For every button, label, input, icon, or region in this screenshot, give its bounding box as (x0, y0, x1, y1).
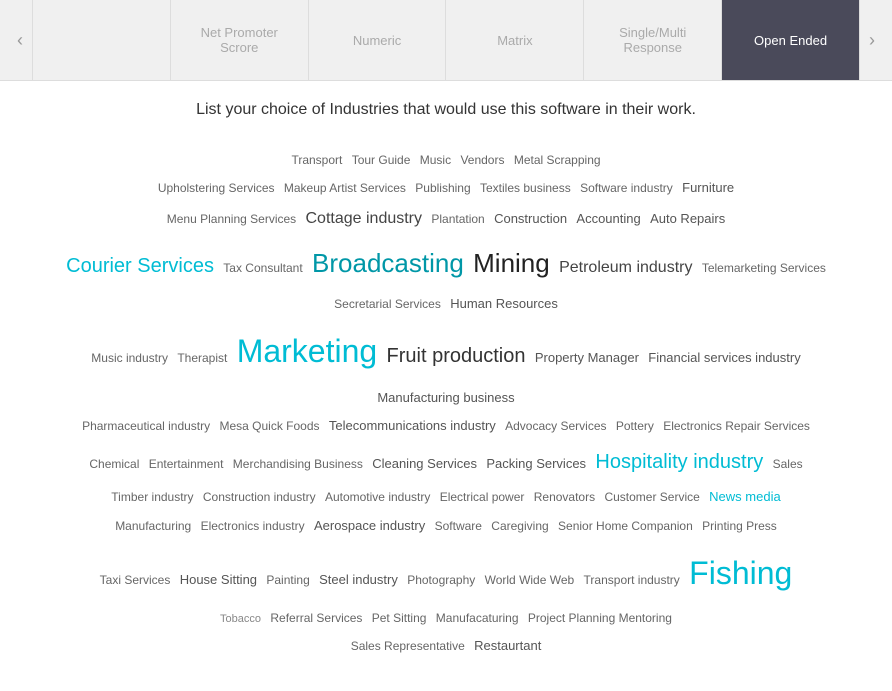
tab-single-multi[interactable]: Single/Multi Response (584, 0, 722, 80)
word-secretarial: Secretarial Services (334, 293, 441, 316)
word-plantation: Plantation (431, 208, 484, 231)
word-courier: Courier Services (66, 247, 214, 285)
word-pet-sitting: Pet Sitting (372, 607, 427, 630)
tabs-bar: ‹ Net Promoter Scrore Numeric Matrix Sin… (0, 0, 892, 81)
word-electrical: Electrical power (440, 486, 525, 509)
word-manufacturing-business: Manufacturing business (377, 386, 514, 411)
word-manufacturing: Manufacturing (115, 515, 191, 538)
word-upholstering: Upholstering Services (158, 177, 275, 200)
word-printing: Printing Press (702, 515, 777, 538)
word-timber: Timber industry (111, 486, 193, 509)
word-fruit: Fruit production (387, 337, 526, 375)
word-furniture: Furniture (682, 176, 734, 201)
tabs-list: Net Promoter Scrore Numeric Matrix Singl… (32, 0, 860, 80)
word-house-sitting: House Sitting (180, 568, 257, 593)
word-manufacaturing: Manufacaturing (436, 607, 519, 630)
word-auto-repairs: Auto Repairs (650, 207, 725, 232)
tab-empty[interactable] (32, 0, 171, 80)
word-restaurant: Restaurtant (474, 634, 541, 659)
word-tour-guide: Tour Guide (352, 149, 411, 172)
word-caregiving: Caregiving (491, 515, 548, 538)
tab-open-ended[interactable]: Open Ended (722, 0, 860, 80)
word-telecom: Telecommunications industry (329, 414, 496, 439)
word-entertainment: Entertainment (149, 453, 224, 476)
word-cottage: Cottage industry (306, 204, 423, 234)
word-chemical: Chemical (89, 453, 139, 476)
question-title: List your choice of Industries that woul… (30, 101, 862, 123)
word-petroleum: Petroleum industry (559, 253, 692, 283)
word-hr: Human Resources (450, 292, 558, 317)
word-pottery: Pottery (616, 415, 654, 438)
word-therapist: Therapist (177, 347, 227, 370)
word-construction-industry: Construction industry (203, 486, 316, 509)
tab-numeric[interactable]: Numeric (309, 0, 447, 80)
word-automotive: Automotive industry (325, 486, 430, 509)
word-menu-planning: Menu Planning Services (167, 208, 296, 231)
tab-prev-arrow[interactable]: ‹ (8, 0, 32, 80)
word-sales: Sales (773, 453, 803, 476)
word-metal-scrapping: Metal Scrapping (514, 149, 601, 172)
app-container: ‹ Net Promoter Scrore Numeric Matrix Sin… (0, 0, 892, 691)
word-customer-service: Customer Service (604, 486, 699, 509)
word-aerospace: Aerospace industry (314, 514, 425, 539)
main-content: List your choice of Industries that woul… (0, 81, 892, 691)
word-music-industry: Music industry (91, 347, 168, 370)
word-news-media: News media (709, 485, 781, 510)
word-renovators: Renovators (534, 486, 595, 509)
word-mining: Mining (473, 239, 550, 288)
tab-net-promoter[interactable]: Net Promoter Scrore (171, 0, 309, 80)
word-property-manager: Property Manager (535, 346, 639, 371)
word-vendors: Vendors (460, 149, 504, 172)
word-pharma: Pharmaceutical industry (82, 415, 210, 438)
word-mesa: Mesa Quick Foods (219, 415, 319, 438)
tab-next-arrow[interactable]: › (860, 0, 884, 80)
word-transport-industry: Transport industry (584, 569, 680, 592)
word-software: Software (435, 515, 482, 538)
word-music: Music (420, 149, 451, 172)
word-hospitality: Hospitality industry (595, 443, 763, 481)
word-www: World Wide Web (485, 569, 575, 592)
word-telemarketing: Telemarketing Services (702, 257, 826, 280)
word-merchandising: Merchandising Business (233, 453, 363, 476)
word-taxi: Taxi Services (100, 569, 171, 592)
word-cloud: Transport Tour Guide Music Vendors Metal… (30, 147, 862, 661)
word-accounting: Accounting (576, 207, 640, 232)
tab-matrix[interactable]: Matrix (446, 0, 584, 80)
word-broadcasting: Broadcasting (312, 239, 464, 288)
word-photography: Photography (407, 569, 475, 592)
word-electronics-industry: Electronics industry (201, 515, 305, 538)
word-senior-home: Senior Home Companion (558, 515, 693, 538)
word-textiles: Textiles business (480, 177, 571, 200)
word-financial: Financial services industry (648, 346, 800, 371)
word-fishing: Fishing (689, 543, 792, 604)
word-tax-consultant: Tax Consultant (223, 257, 302, 280)
word-sales-rep: Sales Representative (351, 635, 465, 658)
word-transport: Transport (291, 149, 342, 172)
word-publishing: Publishing (415, 177, 470, 200)
word-construction: Construction (494, 207, 567, 232)
word-project-planning: Project Planning Mentoring (528, 607, 672, 630)
word-advocacy: Advocacy Services (505, 415, 606, 438)
word-steel: Steel industry (319, 568, 398, 593)
word-marketing: Marketing (237, 321, 378, 382)
word-referral: Referral Services (270, 607, 362, 630)
word-painting: Painting (266, 569, 309, 592)
word-makeup: Makeup Artist Services (284, 177, 406, 200)
word-packing: Packing Services (486, 452, 586, 477)
word-cleaning: Cleaning Services (372, 452, 477, 477)
word-electronics-repair: Electronics Repair Services (663, 415, 810, 438)
word-tobacco: Tobacco (220, 609, 261, 630)
word-software-industry: Software industry (580, 177, 673, 200)
